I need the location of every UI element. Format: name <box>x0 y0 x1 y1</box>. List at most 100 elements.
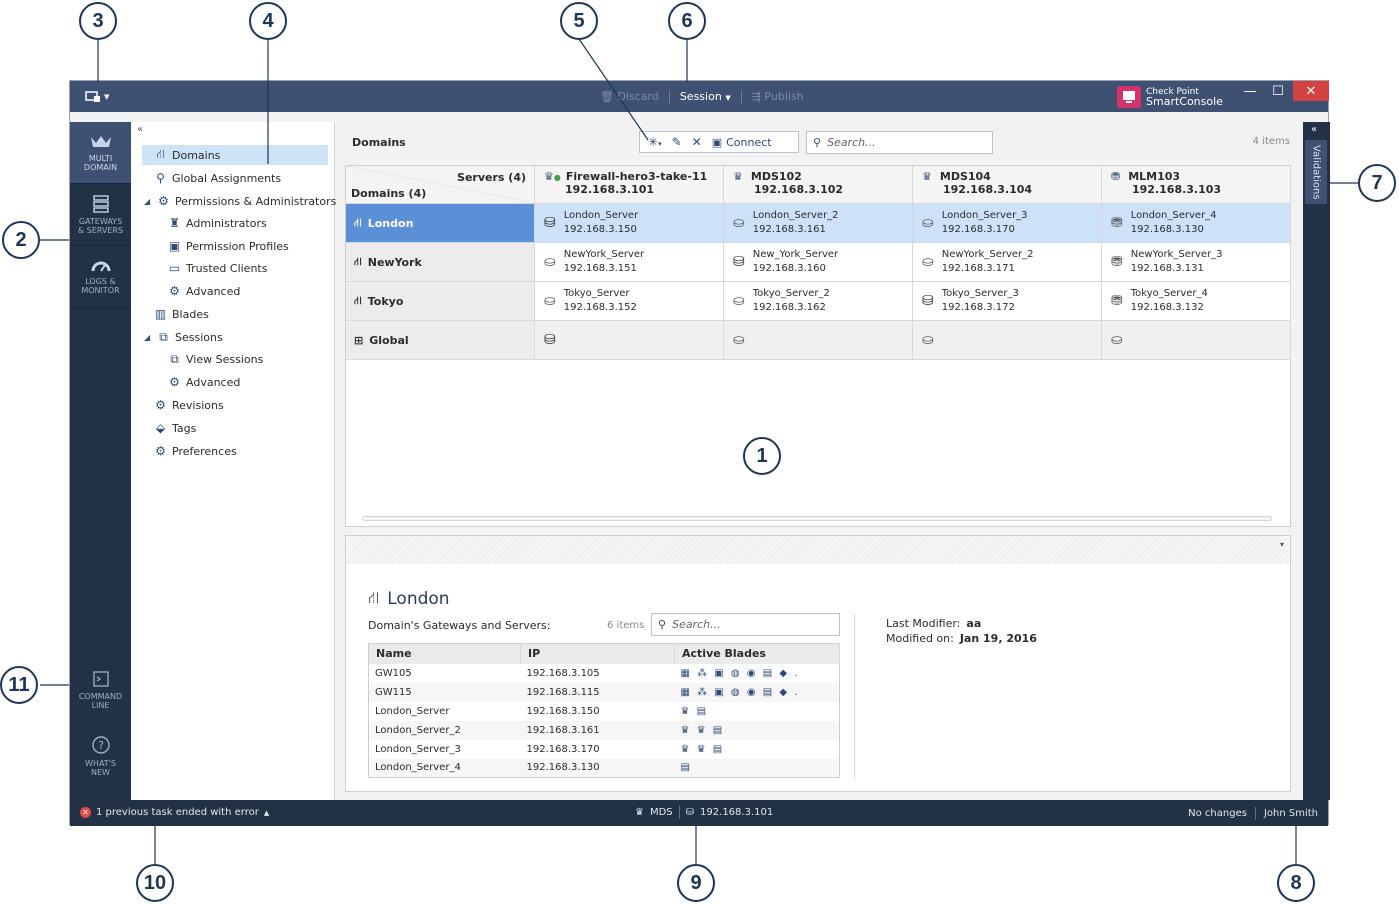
tree-item-global-assignments[interactable]: ⚲ Global Assignments <box>154 168 281 188</box>
server-column-header[interactable]: ♛● Firewall-hero3-take-11 192.168.3.101 <box>535 166 724 204</box>
domain-server-cell[interactable]: ⛀ NewYork_Server_2 192.168.3.171 <box>913 243 1102 282</box>
callout-3: 3 <box>79 2 117 40</box>
action-buttons: ✳▾ ✎ ✕ ▣ Connect <box>639 131 799 153</box>
domain-row-header[interactable]: ⛙ Tokyo <box>346 282 535 321</box>
domain-server-cell[interactable]: ⛀ <box>724 321 913 360</box>
tree-item-sessions[interactable]: ◢ ⧉ Sessions <box>144 327 223 347</box>
nav-whats-new[interactable]: ? WHAT'S NEW <box>70 725 131 787</box>
cell-name: GW115 <box>368 682 521 702</box>
gear-icon: ⚙ <box>155 398 166 412</box>
callout-9: 9 <box>677 864 715 902</box>
tree-item-tags[interactable]: ⬙ Tags <box>154 418 196 438</box>
tree-item-blades[interactable]: ▥ Blades <box>154 304 209 324</box>
tree-item-permissions[interactable]: ◢ ⚙ Permissions & Administrators <box>144 191 336 211</box>
domain-server-cell[interactable]: ⛁ London_Server 192.168.3.150 <box>535 204 724 243</box>
nav-multi-domain[interactable]: MULTI DOMAIN <box>70 122 131 184</box>
domain-server-cell[interactable]: ⛁ <box>535 321 724 360</box>
discard-button[interactable]: 🗑 Discard <box>600 90 659 103</box>
domain-server-cell[interactable]: ⛀ Tokyo_Server 192.168.3.152 <box>535 282 724 321</box>
user-name[interactable]: John Smith <box>1264 808 1318 819</box>
details-search-input[interactable]: ⚲ Search... <box>651 613 840 636</box>
database-icon: ⛀ <box>922 332 934 348</box>
minimize-icon: — <box>1243 83 1257 99</box>
main-menu-button[interactable]: ▼ <box>85 88 117 106</box>
server-column-header[interactable]: ♛ MDS102 192.168.3.102 <box>724 166 913 204</box>
tree-item-sessions-advanced[interactable]: ⚙ Advanced <box>168 372 240 392</box>
domain-row-header[interactable]: ⛙ London <box>346 204 535 243</box>
server-status: ♛ MDS ⛁ 192.168.3.101 <box>635 806 773 819</box>
database-icon: ⛀ <box>733 332 745 348</box>
tree-item-view-sessions[interactable]: ⧉ View Sessions <box>168 349 263 369</box>
table-row[interactable]: London_Server_3 192.168.3.170 ♛ ♛ ▤ <box>369 740 840 759</box>
modified-on-label: Modified on: <box>886 632 954 645</box>
callout-11: 11 <box>0 666 38 704</box>
table-row[interactable]: London_Server_2 192.168.3.161 ♛ ♛ ▤ <box>368 720 840 740</box>
domain-server-cell[interactable]: ⛀ <box>913 321 1102 360</box>
domain-server-cell[interactable]: ⛀ NewYork_Server 192.168.3.151 <box>535 243 724 282</box>
column-header-blades[interactable]: Active Blades <box>674 643 840 664</box>
server-column-header[interactable]: ♛ MDS104 192.168.3.104 <box>913 166 1102 204</box>
tree-item-domains[interactable]: ⛙ Domains <box>142 145 328 165</box>
new-button[interactable]: ✳▾ <box>648 135 662 149</box>
maximize-button[interactable]: ☐ <box>1264 81 1292 101</box>
domain-server-cell[interactable]: ⛁ Tokyo_Server_3 192.168.3.172 <box>913 282 1102 321</box>
table-row[interactable]: GW115 192.168.3.115 ▦ ⁂ ▣ ◍ ◉ ▤ ◆ . <box>368 682 840 702</box>
domain-server-cell[interactable]: ⛀ London_Server_2 192.168.3.161 <box>724 204 913 243</box>
collapse-tree-icon[interactable]: « <box>137 124 143 135</box>
collapse-panel-icon[interactable]: « <box>1311 124 1317 135</box>
gear-icon: ⚙ <box>169 284 180 298</box>
table-row[interactable]: London_Server 192.168.3.150 ♛ ▤ <box>369 702 840 721</box>
table-row[interactable]: GW105 192.168.3.105 ▦ ⁂ ▣ ◍ ◉ ▤ ◆ . <box>369 664 840 683</box>
expand-arrow-icon[interactable]: ◢ <box>144 333 152 342</box>
domain-server-cell[interactable]: ⛀ Tokyo_Server_2 192.168.3.162 <box>724 282 913 321</box>
domain-server-cell[interactable]: ⛀ <box>1102 321 1291 360</box>
domain-server-cell[interactable]: ⛀ London_Server_3 192.168.3.170 <box>913 204 1102 243</box>
task-error-status[interactable]: ✕ 1 previous task ended with error ▲ <box>80 807 269 818</box>
domain-server-cell[interactable]: ⛁ New_York_Server 192.168.3.160 <box>724 243 913 282</box>
expand-details-icon[interactable]: ▾ <box>1280 540 1284 549</box>
domain-server-cell[interactable]: ⛃ NewYork_Server_3 192.168.3.131 <box>1102 243 1291 282</box>
tag-icon: ⬙ <box>155 421 166 435</box>
close-button[interactable]: ✕ <box>1293 81 1329 101</box>
details-name: London <box>387 588 450 609</box>
minimize-button[interactable]: — <box>1236 81 1264 101</box>
nav-gateways-servers[interactable]: GATEWAYS & SERVERS <box>70 184 131 246</box>
table-row[interactable]: London_Server_4 192.168.3.130 ▤ <box>368 758 840 778</box>
details-item-count: 6 items <box>607 620 645 631</box>
firewall-crown-icon: ♛● <box>544 170 561 183</box>
cell-server-name: London_Server <box>563 210 639 221</box>
tree-item-administrators[interactable]: ♜ Administrators <box>168 213 267 233</box>
tree-item-label: View Sessions <box>186 352 264 366</box>
horizontal-scrollbar[interactable] <box>362 516 1272 521</box>
tree-item-trusted-clients[interactable]: ▭ Trusted Clients <box>168 258 268 278</box>
domain-row-header[interactable]: ⛙ NewYork <box>346 243 535 282</box>
changes-status[interactable]: No changes <box>1188 808 1247 819</box>
profile-icon: ▣ <box>168 239 181 253</box>
delete-button[interactable]: ✕ <box>692 135 702 149</box>
expand-arrow-icon[interactable]: ◢ <box>144 197 152 206</box>
server-column-header[interactable]: ⛃ MLM103 192.168.3.103 <box>1102 166 1291 204</box>
search-input[interactable]: ⚲ Search... <box>806 131 993 154</box>
connect-button[interactable]: ▣ Connect <box>712 136 772 149</box>
edit-button[interactable]: ✎ <box>672 135 682 149</box>
column-header-ip[interactable]: IP <box>520 643 675 664</box>
domains-toolbar: Domains ✳▾ ✎ ✕ ▣ Connect ⚲ Search... 4 it… <box>336 122 1290 156</box>
tree-item-label: Revisions <box>172 398 224 412</box>
domain-server-cell[interactable]: ⛃ London_Server_4 192.168.3.130 <box>1102 204 1291 243</box>
tree-item-revisions[interactable]: ⚙ Revisions <box>154 395 224 415</box>
cell-name: London_Server_4 <box>368 758 521 778</box>
tree-item-advanced[interactable]: ⚙ Advanced <box>168 281 240 301</box>
nav-logs-monitor[interactable]: LOGS & MONITOR <box>70 246 131 308</box>
tree-item-preferences[interactable]: ⚙ Preferences <box>154 441 237 461</box>
validations-tab[interactable]: Validations <box>1305 140 1327 204</box>
nav-command-line[interactable]: COMMAND LINE <box>70 659 131 721</box>
database-icon: ⛁ <box>685 807 695 818</box>
publish-button[interactable]: ⇶ Publish <box>752 90 804 103</box>
blades-icons: ♛ ▤ <box>680 705 709 717</box>
column-header-name[interactable]: Name <box>368 643 521 664</box>
domain-server-cell[interactable]: ⛃ Tokyo_Server_4 192.168.3.132 <box>1102 282 1291 321</box>
session-menu[interactable]: Session ▼ <box>680 90 731 103</box>
domain-row-header[interactable]: ⊞ Global <box>346 321 535 360</box>
page-title: Domains <box>352 136 406 149</box>
tree-item-permission-profiles[interactable]: ▣ Permission Profiles <box>168 236 289 256</box>
